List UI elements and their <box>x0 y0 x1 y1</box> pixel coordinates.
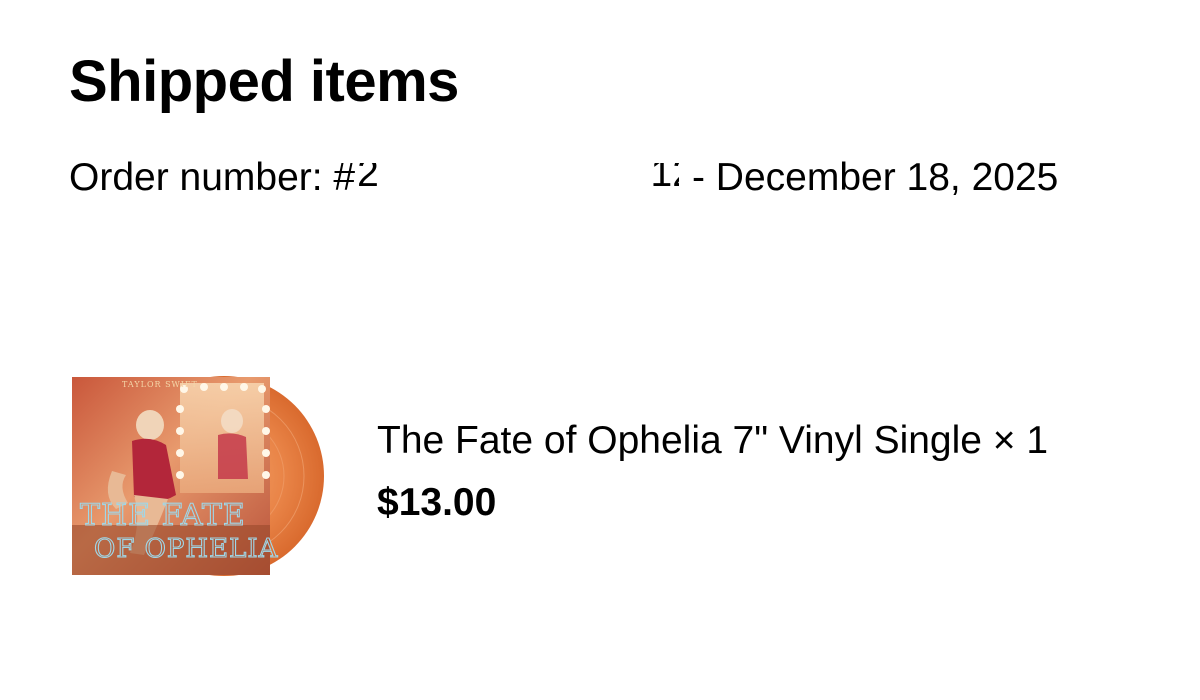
cover-title-line1: THE FATE <box>80 498 246 533</box>
order-number-redacted: 2b12 <box>357 150 680 190</box>
vinyl-record-album-art: TAYLOR SWIFT THE FATE OF OPHELIA <box>72 376 324 576</box>
order-number-label: Order number: # <box>69 156 356 199</box>
order-date: December 18, 2025 <box>715 156 1059 199</box>
order-separator: - <box>681 156 716 199</box>
page-title: Shipped items <box>69 49 459 114</box>
svg-text:TAYLOR SWIFT: TAYLOR SWIFT <box>122 380 198 389</box>
item-name: The Fate of Ophelia 7" Vinyl Single × 1 <box>377 419 1049 462</box>
redaction-mask-top <box>357 150 680 163</box>
item-details: The Fate of Ophelia 7" Vinyl Single × 1 … <box>377 417 1048 527</box>
item-price: $13.00 <box>377 481 497 524</box>
order-info: Order number: # 2b12 - December 18, 2025 <box>69 150 1058 202</box>
shipped-item: TAYLOR SWIFT THE FATE OF OPHELIA The Fat… <box>72 375 1152 580</box>
cover-title-line2: OF OPHELIA <box>94 534 279 564</box>
shipped-items-page: Shipped items Order number: # 2b12 - Dec… <box>0 0 1200 700</box>
